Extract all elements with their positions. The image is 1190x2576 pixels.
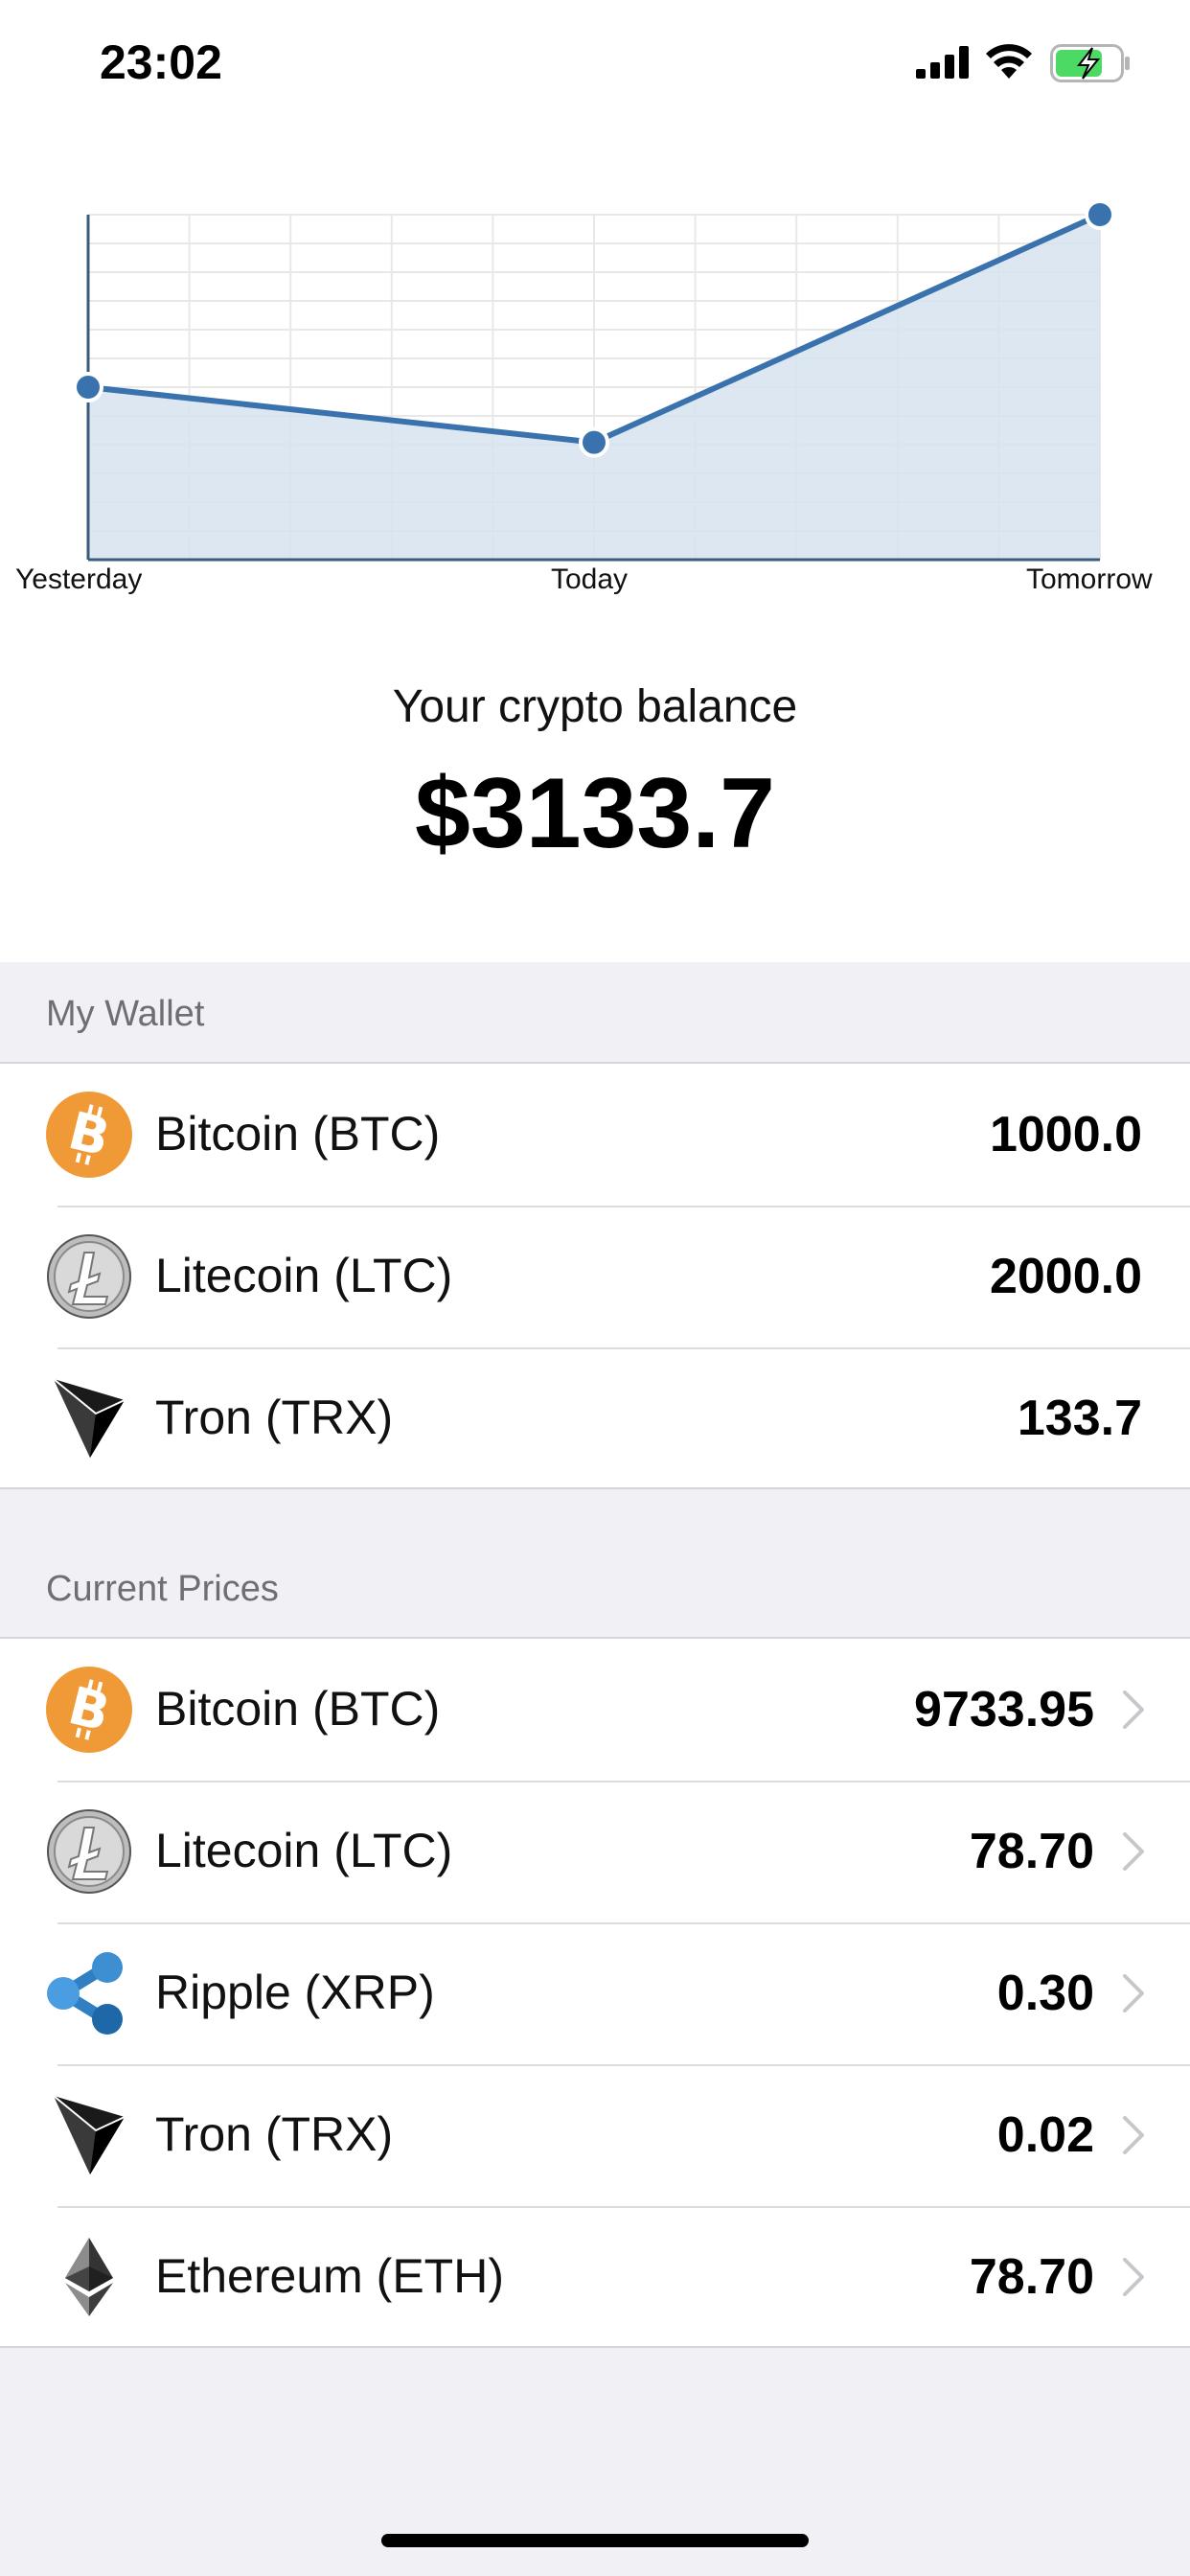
data-point bbox=[73, 372, 103, 402]
chevron-right-icon bbox=[1123, 2116, 1144, 2154]
chevron-right-icon bbox=[1123, 1832, 1144, 1871]
coin-amount: 133.7 bbox=[1017, 1391, 1142, 1446]
wallet-row-litecoin[interactable]: Litecoin (LTC) 2000.0 bbox=[0, 1206, 1190, 1347]
prices-list: B Bitcoin (BTC) 9733.95 Litecoin (LTC) 7… bbox=[0, 1637, 1190, 2348]
wallet-row-bitcoin[interactable]: B Bitcoin (BTC) 1000.0 bbox=[0, 1064, 1190, 1206]
section-title: My Wallet bbox=[46, 994, 205, 1034]
litecoin-icon bbox=[47, 1809, 131, 1894]
coin-name: Ethereum (ETH) bbox=[155, 2249, 504, 2303]
balance-chart bbox=[73, 199, 1115, 562]
chevron-right-icon bbox=[1123, 1974, 1144, 2012]
tron-icon bbox=[53, 1378, 126, 1458]
coin-price: 0.02 bbox=[996, 2107, 1094, 2163]
coin-amount: 1000.0 bbox=[989, 1107, 1142, 1162]
wallet-list: B Bitcoin (BTC) 1000.0 Litecoin (LTC) 20… bbox=[0, 1062, 1190, 1489]
ethereum-icon bbox=[65, 2238, 113, 2316]
section-header-prices: Current Prices bbox=[0, 1537, 1190, 1639]
price-row-bitcoin[interactable]: B Bitcoin (BTC) 9733.95 bbox=[0, 1639, 1190, 1781]
ripple-icon bbox=[47, 1952, 123, 2035]
bitcoin-icon: B bbox=[46, 1092, 132, 1178]
x-tick-label: Yesterday bbox=[15, 564, 143, 595]
coin-name: Tron (TRX) bbox=[155, 2107, 394, 2161]
section-header-wallet: My Wallet bbox=[0, 962, 1190, 1064]
wifi-icon bbox=[986, 44, 1032, 79]
coin-name: Ripple (XRP) bbox=[155, 1966, 435, 2019]
wallet-row-tron[interactable]: Tron (TRX) 133.7 bbox=[0, 1347, 1190, 1489]
x-tick-label: Today bbox=[551, 564, 629, 595]
coin-name: Tron (TRX) bbox=[155, 1391, 394, 1444]
x-tick-label: Tomorrow bbox=[1026, 564, 1153, 595]
chevron-right-icon bbox=[1123, 1690, 1144, 1729]
coin-name: Bitcoin (BTC) bbox=[155, 1682, 441, 1736]
price-row-tron[interactable]: Tron (TRX) 0.02 bbox=[0, 2064, 1190, 2206]
coin-price: 78.70 bbox=[969, 2249, 1094, 2305]
litecoin-icon bbox=[47, 1234, 131, 1319]
price-row-ripple[interactable]: Ripple (XRP) 0.30 bbox=[0, 1922, 1190, 2064]
data-point bbox=[579, 426, 609, 458]
coin-price: 0.30 bbox=[996, 1966, 1094, 2021]
coin-amount: 2000.0 bbox=[989, 1249, 1142, 1304]
coin-name: Litecoin (LTC) bbox=[155, 1824, 453, 1877]
coin-price: 78.70 bbox=[969, 1824, 1094, 1879]
battery-charging-icon bbox=[1050, 44, 1130, 82]
status-time: 23:02 bbox=[100, 35, 222, 89]
coin-name: Bitcoin (BTC) bbox=[155, 1107, 441, 1161]
price-row-ethereum[interactable]: Ethereum (ETH) 78.70 bbox=[0, 2206, 1190, 2348]
balance-caption: Your crypto balance bbox=[392, 681, 798, 732]
signal-icon bbox=[916, 46, 969, 79]
coin-name: Litecoin (LTC) bbox=[155, 1249, 453, 1302]
chevron-right-icon bbox=[1123, 2258, 1144, 2296]
bitcoin-icon: B bbox=[46, 1667, 132, 1753]
home-indicator[interactable] bbox=[381, 2534, 809, 2547]
data-point bbox=[1085, 199, 1115, 230]
section-title: Current Prices bbox=[46, 1569, 279, 1609]
top-panel: Yesterday Today Tomorrow Your crypto bal… bbox=[0, 134, 1190, 962]
coin-price: 9733.95 bbox=[914, 1682, 1094, 1737]
tron-icon bbox=[53, 2095, 126, 2174]
balance-value: $3133.7 bbox=[415, 758, 775, 869]
price-row-litecoin[interactable]: Litecoin (LTC) 78.70 bbox=[0, 1781, 1190, 1922]
status-bar: 23:02 bbox=[0, 0, 1190, 134]
